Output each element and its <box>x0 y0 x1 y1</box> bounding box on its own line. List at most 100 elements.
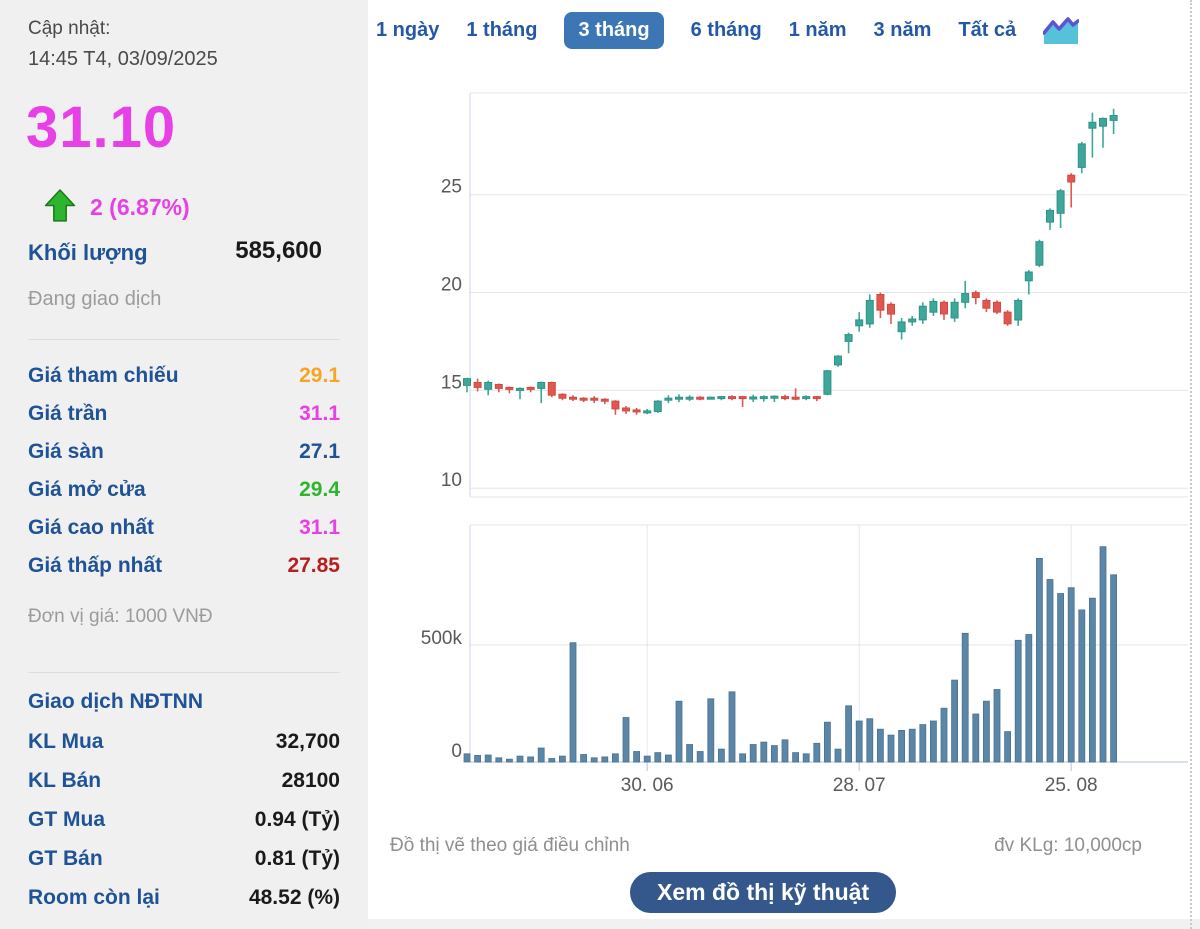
volume-bar[interactable] <box>1100 547 1106 762</box>
volume-bar[interactable] <box>591 758 597 762</box>
candle[interactable] <box>813 396 820 401</box>
candle[interactable] <box>760 395 767 401</box>
volume-series[interactable] <box>464 547 1117 762</box>
candle[interactable] <box>517 387 524 399</box>
volume-bar[interactable] <box>867 719 873 762</box>
candlestick-series[interactable] <box>464 109 1118 415</box>
candle[interactable] <box>1110 109 1117 134</box>
candle[interactable] <box>538 382 545 404</box>
volume-bar[interactable] <box>761 742 767 762</box>
volume-bar[interactable] <box>920 725 926 762</box>
volume-bar[interactable] <box>877 729 883 762</box>
volume-bar[interactable] <box>517 756 523 762</box>
price-volume-chart[interactable]: 10152025500k030. 0628. 0725. 08 <box>368 0 1200 919</box>
candle[interactable] <box>983 298 990 312</box>
candle[interactable] <box>856 312 863 332</box>
candle[interactable] <box>782 395 789 401</box>
volume-bar[interactable] <box>634 752 640 763</box>
volume-bar[interactable] <box>941 708 947 762</box>
candle[interactable] <box>548 382 555 398</box>
volume-bar[interactable] <box>602 757 608 762</box>
volume-bar[interactable] <box>782 740 788 762</box>
volume-bar[interactable] <box>676 701 682 762</box>
candle[interactable] <box>1068 173 1075 207</box>
volume-bar[interactable] <box>973 714 979 762</box>
candle[interactable] <box>495 384 502 393</box>
candle[interactable] <box>972 291 979 305</box>
volume-bar[interactable] <box>506 759 512 762</box>
candle[interactable] <box>729 395 736 400</box>
candle[interactable] <box>877 293 884 318</box>
candle[interactable] <box>888 302 895 324</box>
candle[interactable] <box>750 395 757 402</box>
volume-bar[interactable] <box>1058 594 1064 763</box>
volume-bar[interactable] <box>496 758 502 762</box>
volume-bar[interactable] <box>644 756 650 762</box>
candle[interactable] <box>464 378 471 393</box>
volume-bar[interactable] <box>1005 732 1011 762</box>
volume-bar[interactable] <box>623 718 629 763</box>
candle[interactable] <box>962 281 969 308</box>
volume-bar[interactable] <box>687 745 693 763</box>
candle[interactable] <box>644 409 651 414</box>
candle[interactable] <box>527 387 534 393</box>
volume-bar[interactable] <box>528 757 534 762</box>
volume-bar[interactable] <box>475 755 481 762</box>
candle[interactable] <box>1036 240 1043 267</box>
volume-bar[interactable] <box>994 690 1000 763</box>
candle[interactable] <box>718 396 725 400</box>
volume-bar[interactable] <box>899 730 905 762</box>
candle[interactable] <box>612 400 619 415</box>
candle[interactable] <box>676 394 683 402</box>
volume-bar[interactable] <box>856 721 862 762</box>
candle[interactable] <box>898 318 905 340</box>
volume-bar[interactable] <box>1068 588 1074 762</box>
volume-bar[interactable] <box>697 752 703 763</box>
candle[interactable] <box>1025 270 1032 294</box>
volume-bar[interactable] <box>750 745 756 763</box>
volume-bar[interactable] <box>729 692 735 762</box>
volume-bar[interactable] <box>581 755 587 763</box>
volume-bar[interactable] <box>665 755 671 762</box>
volume-bar[interactable] <box>549 759 555 763</box>
candle[interactable] <box>1100 118 1107 148</box>
candle[interactable] <box>951 298 958 322</box>
candle[interactable] <box>1057 189 1064 228</box>
candle[interactable] <box>994 300 1001 314</box>
candle[interactable] <box>506 387 513 394</box>
volume-bar[interactable] <box>718 749 724 762</box>
volume-bar[interactable] <box>485 755 491 762</box>
volume-bar[interactable] <box>464 754 470 762</box>
volume-bar[interactable] <box>740 754 746 762</box>
volume-bar[interactable] <box>952 680 958 762</box>
candle[interactable] <box>909 316 916 326</box>
candle[interactable] <box>739 396 746 407</box>
candle[interactable] <box>771 395 778 402</box>
volume-bar[interactable] <box>814 743 820 762</box>
volume-bar[interactable] <box>803 754 809 762</box>
candle[interactable] <box>1078 142 1085 173</box>
volume-bar[interactable] <box>824 722 830 762</box>
volume-bar[interactable] <box>771 746 777 762</box>
candle[interactable] <box>665 395 672 403</box>
technical-chart-button[interactable]: Xem đồ thị kỹ thuật <box>630 872 896 913</box>
volume-bar[interactable] <box>612 754 618 762</box>
volume-bar[interactable] <box>1015 640 1021 762</box>
volume-bar[interactable] <box>1079 610 1085 762</box>
volume-bar[interactable] <box>793 753 799 762</box>
candle[interactable] <box>707 397 714 400</box>
volume-bar[interactable] <box>655 753 661 762</box>
volume-bar[interactable] <box>570 643 576 762</box>
candle[interactable] <box>845 333 852 354</box>
volume-bar[interactable] <box>835 749 841 762</box>
candle[interactable] <box>697 396 704 400</box>
candle[interactable] <box>580 397 587 402</box>
candle[interactable] <box>559 393 566 400</box>
candle[interactable] <box>570 395 577 401</box>
volume-bar[interactable] <box>909 729 915 762</box>
candle[interactable] <box>930 298 937 316</box>
candle[interactable] <box>1004 310 1011 326</box>
volume-bar[interactable] <box>888 735 894 762</box>
candle[interactable] <box>1015 298 1022 325</box>
volume-bar[interactable] <box>1026 635 1032 763</box>
